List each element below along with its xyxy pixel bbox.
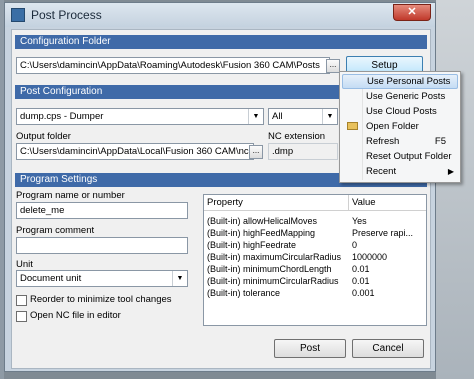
property-row[interactable]: (Built-in) tolerance 0.001: [204, 287, 426, 299]
program-comment-input[interactable]: [16, 237, 188, 254]
post-process-dialog: Post Process ✕ Configuration Folder C:\U…: [4, 2, 436, 372]
cancel-button[interactable]: Cancel: [352, 339, 424, 358]
property-name: (Built-in) highFeedMapping: [207, 228, 316, 238]
chevron-down-icon: ▼: [322, 109, 337, 124]
program-comment-label: Program comment: [16, 225, 95, 236]
property-row[interactable]: (Built-in) minimumChordLength 0.01: [204, 263, 426, 275]
unit-select-value: Document unit: [20, 273, 82, 284]
output-folder-label: Output folder: [16, 131, 71, 142]
nc-extension-field[interactable]: .dmp: [268, 143, 338, 160]
property-grid[interactable]: Property Value (Built-in) allowHelicalMo…: [203, 194, 427, 326]
section-header-config-folder: Configuration Folder: [15, 35, 427, 49]
property-name: (Built-in) minimumCircularRadius: [207, 276, 339, 286]
menu-item-label: Refresh: [366, 136, 400, 147]
property-value[interactable]: 0: [352, 239, 424, 251]
menu-item-use-cloud-posts[interactable]: Use Cloud Posts: [342, 104, 458, 119]
close-button[interactable]: ✕: [393, 4, 431, 21]
property-value[interactable]: 0.01: [352, 275, 424, 287]
property-name: (Built-in) maximumCircularRadius: [207, 252, 342, 262]
unit-label: Unit: [16, 259, 33, 270]
filter-select[interactable]: All ▼: [268, 108, 338, 125]
folder-icon: [347, 122, 358, 130]
property-name: (Built-in) highFeedrate: [207, 240, 297, 250]
program-name-input[interactable]: delete_me: [16, 202, 188, 219]
menu-item-refresh[interactable]: Refresh F5: [342, 134, 458, 149]
property-name: (Built-in) minimumChordLength: [207, 264, 332, 274]
output-folder-browse-button[interactable]: ...: [249, 145, 263, 159]
post-select-value: dump.cps - Dumper: [20, 111, 104, 122]
config-folder-browse-button[interactable]: ...: [326, 59, 340, 73]
desktop-background-right: [436, 0, 474, 379]
property-row[interactable]: (Built-in) allowHelicalMoves Yes: [204, 215, 426, 227]
window-title: Post Process: [31, 8, 102, 22]
title-bar[interactable]: Post Process ✕: [5, 3, 435, 27]
property-column-header[interactable]: Property: [204, 195, 349, 211]
chevron-down-icon: ▼: [172, 271, 187, 286]
setup-menu: Use Personal Posts Use Generic Posts Use C…: [339, 71, 461, 183]
chevron-down-icon: ▼: [248, 109, 263, 124]
config-folder-path[interactable]: C:\Users\damincin\AppData\Roaming\Autode…: [16, 57, 330, 74]
menu-item-label: Use Personal Posts: [367, 76, 451, 87]
menu-item-use-personal-posts[interactable]: Use Personal Posts: [342, 74, 458, 89]
unit-select[interactable]: Document unit ▼: [16, 270, 188, 287]
menu-item-label: Recent: [366, 166, 397, 177]
submenu-arrow-icon: ▶: [447, 167, 454, 176]
menu-item-label: Reset Output Folder: [366, 151, 452, 162]
property-value[interactable]: Yes: [352, 215, 424, 227]
reorder-label: Reorder to minimize tool changes: [30, 294, 172, 305]
menu-item-recent[interactable]: Recent ▶: [342, 164, 458, 179]
menu-item-reset-output-folder[interactable]: Reset Output Folder: [342, 149, 458, 164]
app-icon: [11, 8, 25, 22]
property-value[interactable]: 1000000: [352, 251, 424, 263]
menu-item-label: Open Folder: [366, 121, 419, 132]
property-row[interactable]: (Built-in) highFeedrate 0: [204, 239, 426, 251]
output-folder-path[interactable]: C:\Users\damincin\AppData\Local\Fusion 3…: [16, 143, 254, 160]
property-row[interactable]: (Built-in) highFeedMapping Preserve rapi.…: [204, 227, 426, 239]
section-header-post-config: Post Configuration: [15, 85, 340, 99]
post-button[interactable]: Post: [274, 339, 346, 358]
property-row[interactable]: (Built-in) maximumCircularRadius 1000000: [204, 251, 426, 263]
property-value[interactable]: 0.01: [352, 263, 424, 275]
property-value[interactable]: Preserve rapi...: [352, 227, 424, 239]
open-nc-checkbox[interactable]: [16, 311, 27, 322]
filter-select-value: All: [272, 111, 283, 122]
menu-item-label: Use Generic Posts: [366, 91, 446, 102]
menu-item-use-generic-posts[interactable]: Use Generic Posts: [342, 89, 458, 104]
property-name: (Built-in) allowHelicalMoves: [207, 216, 318, 226]
open-nc-label: Open NC file in editor: [30, 310, 121, 321]
property-value[interactable]: 0.001: [352, 287, 424, 299]
value-column-header[interactable]: Value: [349, 195, 426, 211]
program-name-label: Program name or number: [16, 190, 125, 201]
reorder-checkbox[interactable]: [16, 295, 27, 306]
property-name: (Built-in) tolerance: [207, 288, 281, 298]
property-row[interactable]: (Built-in) minimumCircularRadius 0.01: [204, 275, 426, 287]
post-select[interactable]: dump.cps - Dumper ▼: [16, 108, 264, 125]
menu-item-label: Use Cloud Posts: [366, 106, 437, 117]
nc-extension-label: NC extension: [268, 131, 326, 142]
menu-item-open-folder[interactable]: Open Folder: [342, 119, 458, 134]
menu-item-shortcut: F5: [434, 136, 446, 147]
